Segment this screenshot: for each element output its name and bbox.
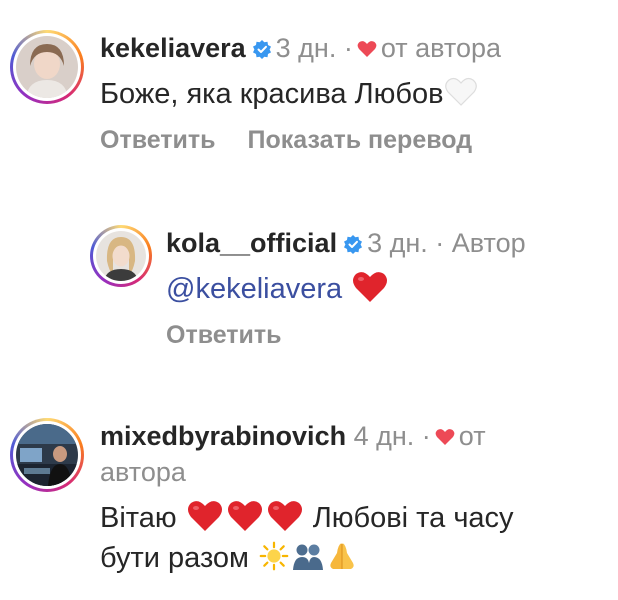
comment-time: 4 дн.: [353, 421, 415, 451]
avatar-kekeliavera[interactable]: [16, 36, 78, 98]
comment-header: kekeliavera 3 дн. · от автора: [100, 30, 610, 66]
comment-header: mixedbyrabinovich 4 дн. · от автора: [100, 418, 610, 490]
people-hugging-emoji: [293, 544, 324, 570]
reply-button[interactable]: Ответить: [100, 126, 216, 154]
comment-text: Боже, яка красива Любов: [100, 74, 610, 114]
comment-text-part-3: бути разом: [100, 542, 249, 574]
author-label: Автор: [451, 228, 526, 258]
separator: ·: [421, 421, 431, 451]
red-heart-emoji: [227, 501, 262, 531]
red-heart-emoji: [353, 272, 388, 302]
comment-text: @kekeliavera: [166, 269, 610, 309]
comment-text-part-2: Любові та часу: [312, 502, 514, 534]
avatar-mixedbyrabinovich[interactable]: [16, 424, 78, 486]
avatar-ring[interactable]: [10, 30, 84, 104]
comment-text-part-1: Вітаю: [100, 502, 177, 534]
white-heart-emoji: [444, 77, 477, 106]
avatar-ring[interactable]: [90, 225, 152, 287]
folded-hands-emoji: [330, 543, 354, 569]
comment-header: kola__official 3 дн. · Автор: [166, 225, 610, 261]
avatar-kola-official[interactable]: [96, 231, 146, 281]
separator: ·: [435, 228, 445, 258]
liked-by-author-label: от автора: [380, 33, 502, 63]
avatar-ring[interactable]: [10, 418, 84, 492]
comment-actions: Ответить: [166, 321, 610, 350]
comment-mixedbyrabinovich: mixedbyrabinovich 4 дн. · от автора Вітаю …: [10, 418, 610, 578]
comment-time: 3 дн.: [367, 228, 428, 258]
reply-kola-official: kola__official 3 дн. · Автор @kekeliavera…: [90, 225, 610, 350]
username[interactable]: kola__official: [166, 228, 337, 258]
heart-icon: [435, 429, 455, 445]
verified-badge-icon: [344, 235, 363, 254]
show-translation-button[interactable]: Показать перевод: [248, 126, 473, 154]
comment-actions: Ответить Показать перевод: [100, 126, 610, 155]
separator: ·: [343, 33, 353, 63]
sun-emoji: [259, 541, 289, 571]
username[interactable]: kekeliavera: [100, 33, 246, 63]
comment-time: 3 дн.: [275, 33, 337, 63]
mention-link[interactable]: @kekeliavera: [166, 273, 342, 305]
liked-by-author-label-2: автора: [100, 457, 186, 487]
red-heart-emoji: [267, 501, 302, 531]
comment-text: Вітаю Любові та часу бути разом: [100, 498, 610, 578]
red-heart-emoji: [187, 501, 222, 531]
comment-text-content: Боже, яка красива Любов: [100, 78, 444, 110]
heart-icon: [357, 41, 377, 57]
reply-button[interactable]: Ответить: [166, 321, 282, 349]
comment-kekeliavera: kekeliavera 3 дн. · от автора Боже, яка кр…: [10, 30, 610, 155]
liked-by-author-label-1: от: [458, 421, 486, 451]
verified-badge-icon: [252, 40, 271, 59]
username[interactable]: mixedbyrabinovich: [100, 421, 346, 451]
